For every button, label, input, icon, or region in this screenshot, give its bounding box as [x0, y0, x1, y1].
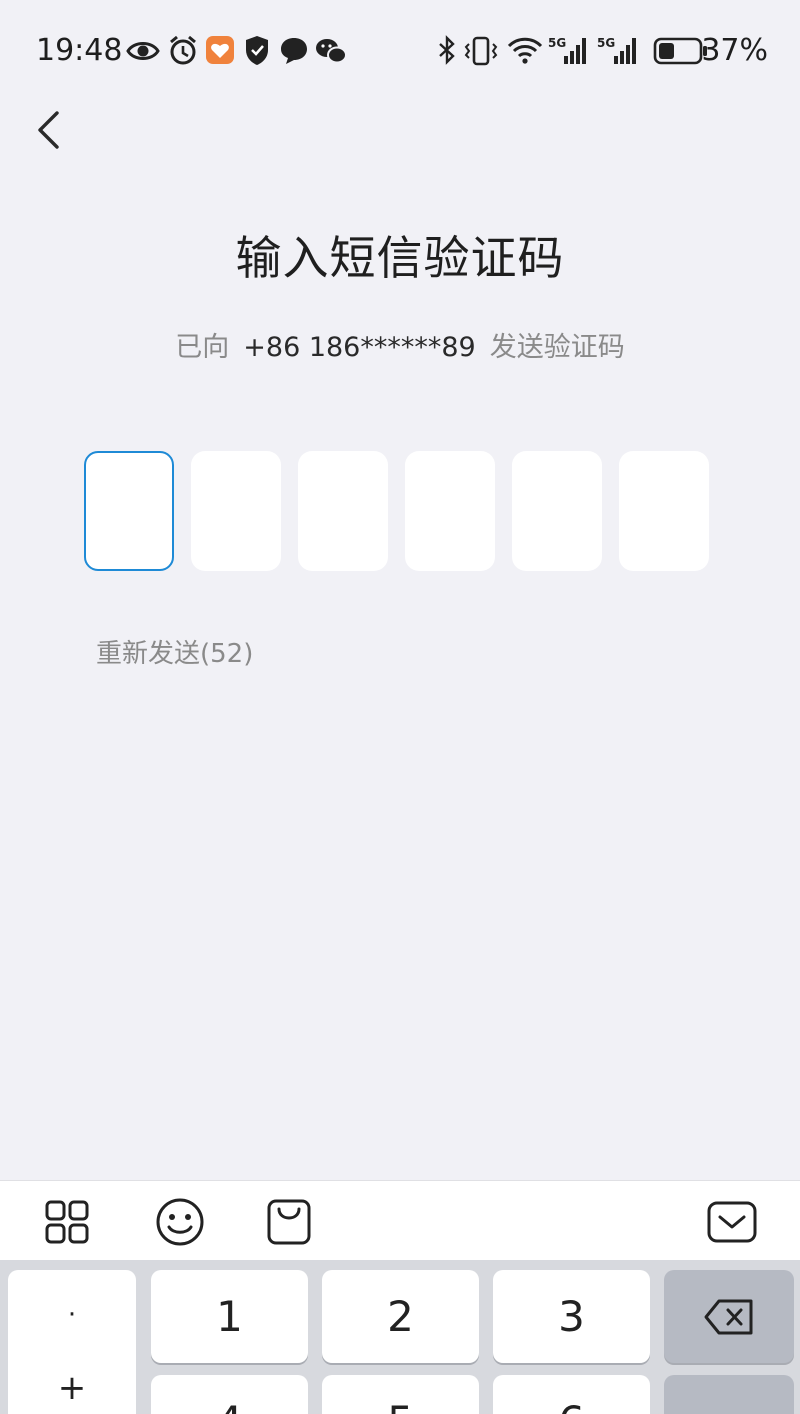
subtitle-suffix: 发送验证码 — [489, 332, 625, 363]
grid-apps-icon[interactable] — [40, 1195, 94, 1249]
chat-bubble-icon — [281, 38, 307, 64]
battery-percent: 37% — [701, 33, 768, 68]
emoji-icon[interactable] — [153, 1195, 207, 1249]
code-digit-box[interactable] — [298, 451, 388, 571]
resend-countdown: 重新发送(52) — [96, 639, 254, 669]
hide-keyboard-icon[interactable] — [705, 1195, 759, 1249]
signal-icon: 5G — [597, 36, 636, 64]
subtitle-prefix: 已向 — [175, 332, 230, 363]
key-6[interactable]: 6 — [493, 1375, 650, 1414]
key-2[interactable]: 2 — [322, 1270, 479, 1363]
key-4[interactable]: 4 — [151, 1375, 308, 1414]
heart-badge-icon — [206, 36, 234, 64]
function-key[interactable] — [664, 1375, 794, 1414]
page-title: 输入短信验证码 — [235, 231, 565, 285]
wechat-icon — [316, 39, 347, 64]
key-3[interactable]: 3 — [493, 1270, 650, 1363]
numeric-keyboard: · + 1 2 3 4 5 6 — [0, 1260, 800, 1414]
key-1[interactable]: 1 — [151, 1270, 308, 1363]
code-digit-box[interactable] — [405, 451, 495, 571]
alarm-icon — [170, 35, 196, 65]
bluetooth-icon — [439, 35, 455, 65]
symbol-key-column[interactable]: · + — [8, 1270, 136, 1414]
code-digit-box[interactable] — [512, 451, 602, 571]
phone-number: +86 186******89 — [243, 332, 476, 363]
chevron-left-icon — [38, 111, 59, 149]
keyboard-toolbar — [0, 1180, 800, 1260]
network-type-1: 5G — [548, 36, 566, 50]
eye-icon — [126, 42, 160, 60]
vibrate-icon — [464, 36, 498, 66]
clipboard-icon[interactable] — [262, 1195, 316, 1249]
shield-icon — [246, 36, 268, 65]
code-digit-box[interactable] — [84, 451, 174, 571]
backspace-icon — [704, 1299, 753, 1334]
back-button[interactable] — [28, 105, 78, 155]
sms-sent-notice: 已向 +86 186******89 发送验证码 — [0, 325, 800, 364]
status-bar: 19:48 5G 5G 37% — [0, 0, 800, 100]
key-5[interactable]: 5 — [322, 1375, 479, 1414]
code-digit-box[interactable] — [619, 451, 709, 571]
symbol-dot[interactable]: · — [8, 1300, 136, 1330]
wifi-icon — [507, 37, 543, 64]
backspace-key[interactable] — [664, 1270, 794, 1363]
signal-icon: 5G — [548, 36, 586, 64]
symbol-plus[interactable]: + — [8, 1368, 136, 1408]
code-digit-box[interactable] — [191, 451, 281, 571]
network-type-2: 5G — [597, 36, 615, 50]
status-time: 19:48 — [36, 33, 123, 68]
